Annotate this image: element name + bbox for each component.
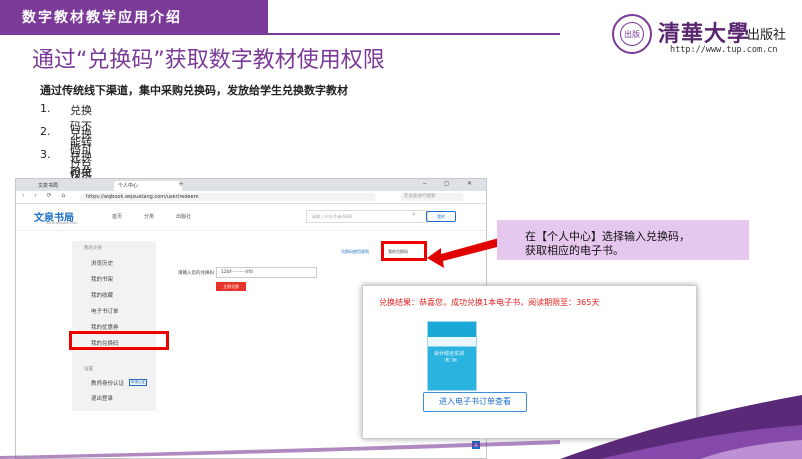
subtitle: 通过传统线下渠道，集中采购兑换码，发放给学生兑换数字教材 bbox=[40, 84, 348, 97]
highlight-my-redeem-codes bbox=[381, 241, 427, 261]
tab-personal-center[interactable]: 个人中心 bbox=[114, 181, 182, 191]
callout-line-2: 获取相应的电子书。 bbox=[525, 244, 624, 257]
tab-wenquan[interactable]: 文泉书局 bbox=[34, 181, 102, 191]
publisher-logo: 出版 清華大學 出版社 http://www.tup.com.cn bbox=[612, 14, 802, 60]
nav-home[interactable]: 首页 bbox=[112, 213, 122, 220]
logo-url: http://www.tup.com.cn bbox=[670, 45, 778, 55]
section-header-bar: 数字教材教学应用介绍 bbox=[0, 0, 268, 33]
redeem-rules-link[interactable]: 兑换码使用规则 bbox=[341, 249, 369, 255]
new-tab-icon[interactable]: + bbox=[178, 180, 184, 188]
sidebar-item-orders[interactable]: 电子书订单 bbox=[91, 307, 119, 315]
site-search-input[interactable]: 请输入书名/作者/ISBN bbox=[306, 210, 428, 223]
redeem-button[interactable]: 立即兑换 bbox=[216, 282, 246, 291]
sidebar-item-logout[interactable]: 退出登录 bbox=[91, 394, 113, 402]
book-subtitle: （第二版） bbox=[442, 358, 460, 362]
account-button[interactable]: 我的 bbox=[426, 211, 456, 222]
site-logo-sub: www.wqbook.com bbox=[46, 221, 78, 225]
instruction-callout: 在【个人中心】选择输入兑换码， 获取相应的电子书。 bbox=[497, 220, 749, 260]
address-bar: ‹ › ⟳ ⌂ https://wqbook.wqxuetang.com/use… bbox=[16, 191, 486, 204]
scroll-top-button[interactable]: ▲ bbox=[472, 441, 480, 449]
book-title: 会计综合实训 bbox=[434, 351, 465, 357]
auth-badge[interactable]: 申请认证 bbox=[129, 379, 147, 386]
browser-search-field[interactable]: 在此处进行搜索 bbox=[400, 193, 464, 201]
point-number: 3. bbox=[40, 148, 51, 161]
university-seal-icon: 出版 bbox=[612, 14, 652, 54]
book-cover[interactable]: 会计综合实训 （第二版） bbox=[427, 321, 477, 391]
site-header: 文泉书局 www.wqbook.com 首页 分类 出版社 请输入书名/作者/I… bbox=[16, 204, 486, 231]
sidebar-item-coupons[interactable]: 我的优惠券 bbox=[91, 323, 119, 331]
sidebar-item-bookshelf[interactable]: 我的书架 bbox=[91, 275, 113, 283]
redeem-code-input[interactable]: 12bf··········hfd bbox=[216, 267, 317, 278]
red-arrow-icon bbox=[427, 238, 501, 268]
nav-buttons[interactable]: ‹ › ⟳ ⌂ bbox=[22, 192, 69, 199]
sidebar-item-favorites[interactable]: 我的收藏 bbox=[91, 291, 113, 299]
sidebar-section-settings: 设置 bbox=[84, 367, 93, 372]
highlight-sidebar-redeem bbox=[69, 331, 169, 350]
view-ebook-orders-button[interactable]: 进入电子书订单查看 bbox=[423, 392, 527, 412]
window-controls[interactable]: ⎯ ◻ ✕ bbox=[423, 180, 480, 188]
section-label: 数字教材教学应用介绍 bbox=[22, 10, 182, 26]
nav-publisher[interactable]: 出版社 bbox=[176, 213, 191, 220]
sidebar-item-history[interactable]: 浏览历史 bbox=[91, 259, 113, 267]
seal-center: 出版 bbox=[620, 22, 644, 46]
header-rule bbox=[0, 33, 560, 35]
tab-bar: 文泉书局 个人中心 + ⎯ ◻ ✕ bbox=[16, 179, 486, 191]
nav-category[interactable]: 分类 bbox=[144, 213, 154, 220]
logo-publisher: 出版社 bbox=[747, 28, 787, 43]
sidebar-section-my: 我的文泉 bbox=[84, 246, 102, 251]
page-title: 通过“兑换码”获取数字教材使用权限 bbox=[32, 48, 385, 73]
sidebar-item-teacher-auth[interactable]: 教师身份认证 bbox=[91, 379, 124, 387]
logo-name: 清華大學 bbox=[658, 21, 751, 47]
redeem-code-label: 请输入您的兑换码: bbox=[178, 271, 216, 276]
redeem-result-text: 兑换结果：恭喜您，成功兑换1本电子书，阅读期限至：365天 bbox=[379, 298, 600, 307]
search-icon[interactable]: ⌕ bbox=[412, 210, 416, 219]
url-field[interactable]: https://wqbook.wqxuetang.com/user/redeem bbox=[80, 193, 376, 201]
redeem-result-popup: 兑换结果：恭喜您，成功兑换1本电子书，阅读期限至：365天 会计综合实训 （第二… bbox=[362, 285, 697, 439]
point-number: 1. bbox=[40, 102, 51, 115]
point-number: 2. bbox=[40, 125, 51, 138]
